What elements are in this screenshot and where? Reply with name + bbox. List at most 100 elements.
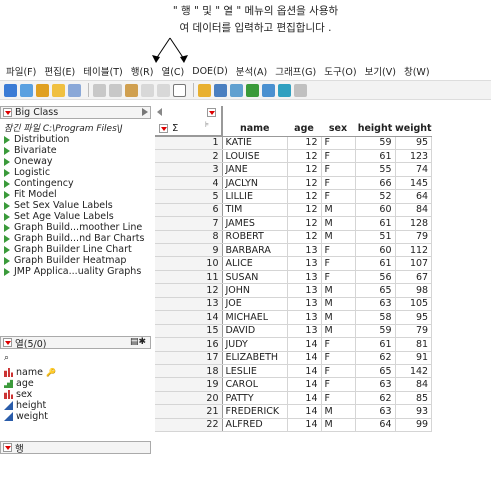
table-row[interactable]: 18 LESLIE 14 F 65 142 (155, 364, 433, 379)
table-cell[interactable]: 64 (395, 189, 433, 204)
menu-analyze[interactable]: 분석(A) (236, 64, 267, 78)
table-cell[interactable]: M (321, 216, 356, 231)
table-panel-header[interactable]: Big Class (0, 106, 151, 119)
table-cell[interactable]: 58 (355, 310, 396, 325)
table-cell[interactable]: 64 (355, 418, 396, 433)
table-cell[interactable]: 12 (287, 203, 322, 218)
table-cell[interactable]: 95 (395, 310, 433, 325)
table-cell[interactable]: 13 (287, 310, 322, 325)
script-item[interactable]: Graph Builder Line Chart (4, 244, 151, 255)
red-triangle-icon[interactable] (207, 108, 216, 117)
table-cell[interactable]: 13 (287, 283, 322, 298)
control-chart-icon[interactable] (278, 83, 291, 97)
red-triangle-icon[interactable] (3, 443, 12, 452)
menu-file[interactable]: 파일(F) (6, 64, 36, 78)
table-cell[interactable]: M (321, 283, 356, 298)
new-script-icon[interactable] (20, 83, 33, 97)
row-number[interactable]: 14 (155, 310, 223, 325)
sigma-icon[interactable]: Σ (172, 123, 178, 134)
script-item[interactable]: Logistic (4, 167, 151, 178)
row-number[interactable]: 22 (155, 418, 223, 433)
table-cell[interactable]: BARBARA (222, 243, 288, 258)
table-cell[interactable]: 12 (287, 162, 322, 177)
table-cell[interactable]: 84 (395, 377, 433, 392)
table-row[interactable]: 1 KATIE 12 F 59 95 (155, 136, 433, 150)
column-header[interactable]: name (222, 106, 287, 137)
table-cell[interactable]: 52 (355, 189, 396, 204)
menu-graph[interactable]: 그래프(G) (275, 64, 316, 78)
row-number[interactable]: 8 (155, 230, 223, 245)
table-cell[interactable]: M (321, 324, 356, 339)
table-cell[interactable]: JANE (222, 162, 288, 177)
table-row[interactable]: 15 DAVID 13 M 59 79 (155, 324, 433, 339)
table-cell[interactable]: 12 (287, 230, 322, 245)
script-item[interactable]: Graph Builder Heatmap (4, 255, 151, 266)
table-cell[interactable]: 14 (287, 377, 322, 392)
open-icon[interactable] (36, 83, 49, 97)
table-row[interactable]: 6 TIM 12 M 60 84 (155, 203, 433, 218)
row-number[interactable]: 21 (155, 404, 223, 419)
graph-builder-icon[interactable] (262, 83, 275, 97)
row-number[interactable]: 9 (155, 243, 223, 258)
table-cell[interactable]: M (321, 418, 356, 433)
table-cell[interactable]: 14 (287, 337, 322, 352)
menu-cols[interactable]: 열(C) (161, 64, 184, 78)
table-cell[interactable]: 62 (355, 391, 396, 406)
table-cell[interactable]: 79 (395, 324, 433, 339)
table-cell[interactable]: TIM (222, 203, 288, 218)
table-cell[interactable]: 14 (287, 364, 322, 379)
table-cell[interactable]: 55 (355, 162, 396, 177)
menu-table[interactable]: 테이블(T) (83, 64, 122, 78)
table-cell[interactable]: PATTY (222, 391, 288, 406)
table-cell[interactable]: 14 (287, 391, 322, 406)
paste-icon[interactable] (125, 83, 138, 97)
table-cell[interactable]: 14 (287, 418, 322, 433)
row-number[interactable]: 13 (155, 297, 223, 312)
search-icon[interactable] (173, 83, 186, 97)
script-item[interactable]: Graph Build...moother Line (4, 222, 151, 233)
table-cell[interactable]: F (321, 270, 356, 285)
table-cell[interactable]: M (321, 404, 356, 419)
menu-view[interactable]: 보기(V) (365, 64, 396, 78)
table-cell[interactable]: 60 (355, 203, 396, 218)
column-item[interactable]: name 🔑 (4, 367, 151, 378)
table-cell[interactable]: LESLIE (222, 364, 288, 379)
table-row[interactable]: 13 JOE 13 M 63 105 (155, 297, 433, 312)
table-row[interactable]: 12 JOHN 13 M 65 98 (155, 283, 433, 298)
distribution-icon[interactable] (214, 83, 227, 97)
lasso-icon[interactable] (157, 83, 170, 97)
red-triangle-icon[interactable] (3, 108, 12, 117)
table-cell[interactable]: 61 (355, 256, 396, 271)
script-item[interactable]: Bivariate (4, 145, 151, 156)
table-row[interactable]: 4 JACLYN 12 F 66 145 (155, 176, 433, 191)
table-cell[interactable]: F (321, 377, 356, 392)
filter-icon[interactable]: ⊧ (205, 120, 209, 129)
table-cell[interactable]: ROBERT (222, 230, 288, 245)
script-item[interactable]: Contingency (4, 178, 151, 189)
open-folder-icon[interactable] (52, 83, 65, 97)
table-cell[interactable]: 12 (287, 176, 322, 191)
table-row[interactable]: 16 JUDY 14 F 61 81 (155, 337, 433, 352)
save-icon[interactable] (68, 83, 81, 97)
table-cell[interactable]: 12 (287, 149, 322, 164)
table-cell[interactable]: 98 (395, 283, 433, 298)
table-cell[interactable]: JAMES (222, 216, 288, 231)
menu-edit[interactable]: 편집(E) (44, 64, 75, 78)
table-cell[interactable]: F (321, 351, 356, 365)
table-cell[interactable]: ALICE (222, 256, 288, 271)
table-cell[interactable]: SUSAN (222, 270, 288, 285)
table-cell[interactable]: F (321, 149, 356, 164)
table-cell[interactable]: 85 (395, 391, 433, 406)
table-cell[interactable]: 51 (355, 230, 396, 245)
table-row[interactable]: 2 LOUISE 12 F 61 123 (155, 149, 433, 164)
table-icon[interactable] (198, 83, 211, 97)
table-cell[interactable]: LILLIE (222, 189, 288, 204)
row-number[interactable]: 20 (155, 391, 223, 406)
menu-doe[interactable]: DOE(D) (192, 66, 228, 77)
row-number[interactable]: 2 (155, 149, 223, 164)
table-cell[interactable]: 56 (355, 270, 396, 285)
table-cell[interactable]: 67 (395, 270, 433, 285)
table-cell[interactable]: M (321, 203, 356, 218)
table-cell[interactable]: F (321, 136, 356, 150)
table-cell[interactable]: 107 (395, 256, 433, 271)
